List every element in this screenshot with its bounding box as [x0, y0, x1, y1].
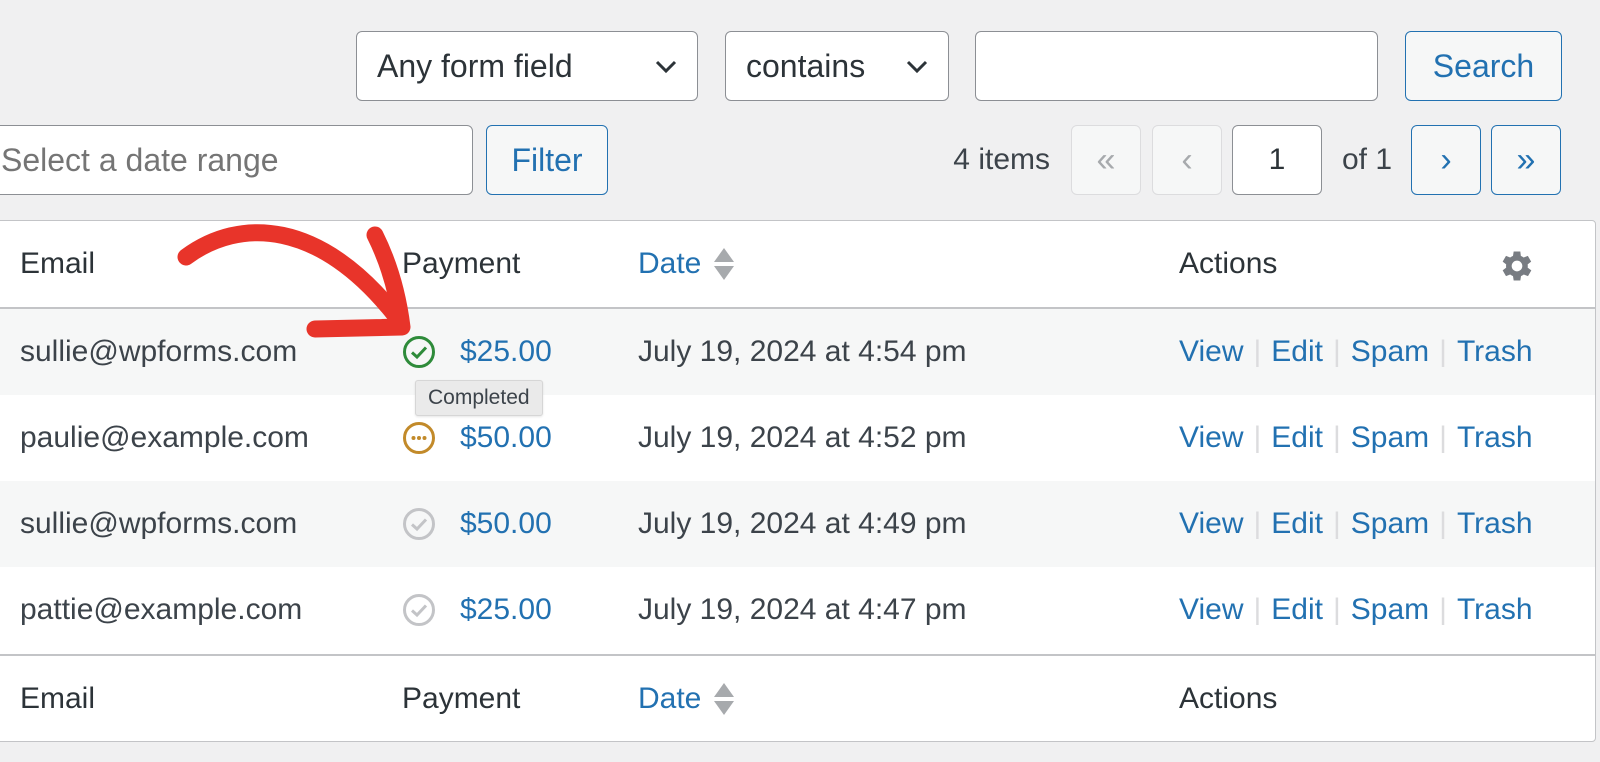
column-header-date-label: Date: [638, 247, 702, 280]
payment-pending-icon[interactable]: [402, 421, 436, 455]
edit-link[interactable]: Edit: [1271, 335, 1323, 369]
trash-link[interactable]: Trash: [1457, 335, 1533, 369]
search-input[interactable]: [975, 31, 1378, 101]
separator: |: [1253, 421, 1262, 454]
view-link[interactable]: View: [1179, 593, 1243, 627]
row-email: pattie@example.com: [20, 593, 303, 626]
last-page-button[interactable]: »: [1491, 125, 1561, 195]
spam-link[interactable]: Spam: [1351, 421, 1429, 455]
previous-page-button[interactable]: ‹: [1152, 125, 1222, 195]
payment-amount-link[interactable]: $25.00: [460, 335, 552, 369]
payment-status-icon[interactable]: [402, 593, 436, 627]
row-date: July 19, 2024 at 4:52 pm: [638, 421, 967, 454]
payment-amount-link[interactable]: $25.00: [460, 593, 552, 627]
trash-link[interactable]: Trash: [1457, 421, 1533, 455]
table-row: paulie@example.com $50.00 July 19, 2024 …: [0, 395, 1595, 481]
row-actions: View | Edit | Spam | Trash: [1179, 567, 1533, 653]
column-header-date[interactable]: Date: [638, 221, 735, 307]
search-button[interactable]: Search: [1405, 31, 1562, 101]
table-row: sullie@wpforms.com $25.00 July 19, 2024 …: [0, 309, 1595, 395]
row-date: July 19, 2024 at 4:47 pm: [638, 593, 967, 626]
view-link[interactable]: View: [1179, 507, 1243, 541]
sort-icon: [714, 248, 735, 280]
operator-select-value: contains: [746, 47, 866, 84]
operator-select[interactable]: contains: [725, 31, 949, 101]
payment-amount-link[interactable]: $50.00: [460, 507, 552, 541]
row-actions: View | Edit | Spam | Trash: [1179, 395, 1533, 481]
payment-status-tooltip: Completed: [415, 380, 543, 416]
payment-cell: $25.00: [402, 567, 552, 653]
current-page-input[interactable]: [1232, 125, 1322, 195]
separator: |: [1332, 593, 1341, 626]
first-page-button[interactable]: «: [1071, 125, 1141, 195]
column-header-payment: Payment: [402, 247, 521, 280]
table-row: sullie@wpforms.com $50.00 July 19, 2024 …: [0, 481, 1595, 567]
form-field-select-value: Any form field: [377, 47, 573, 84]
column-footer-email: Email: [20, 682, 96, 715]
separator: |: [1439, 335, 1447, 368]
next-page-button[interactable]: ›: [1411, 125, 1481, 195]
spam-link[interactable]: Spam: [1351, 507, 1429, 541]
payment-amount-link[interactable]: $50.00: [460, 421, 552, 455]
row-email: sullie@wpforms.com: [20, 507, 298, 540]
row-date: July 19, 2024 at 4:54 pm: [638, 335, 967, 368]
spam-link[interactable]: Spam: [1351, 593, 1429, 627]
edit-link[interactable]: Edit: [1271, 507, 1323, 541]
filter-button[interactable]: Filter: [486, 125, 608, 195]
sort-icon: [714, 683, 735, 715]
trash-link[interactable]: Trash: [1457, 593, 1533, 627]
chevron-down-icon: [906, 60, 928, 74]
date-range-input[interactable]: [0, 125, 473, 195]
chevron-down-icon: [655, 60, 677, 74]
separator: |: [1253, 593, 1262, 626]
spam-link[interactable]: Spam: [1351, 335, 1429, 369]
trash-link[interactable]: Trash: [1457, 507, 1533, 541]
row-actions: View | Edit | Spam | Trash: [1179, 481, 1533, 567]
edit-link[interactable]: Edit: [1271, 421, 1323, 455]
row-date: July 19, 2024 at 4:49 pm: [638, 507, 967, 540]
form-field-select[interactable]: Any form field: [356, 31, 698, 101]
entries-table: Email Payment Date Actions sullie@wpform…: [0, 220, 1596, 742]
separator: |: [1332, 421, 1341, 454]
separator: |: [1253, 335, 1262, 368]
column-header-email: Email: [20, 247, 96, 280]
row-actions: View | Edit | Spam | Trash: [1179, 309, 1533, 395]
items-count: 4 items: [953, 143, 1050, 176]
separator: |: [1439, 421, 1447, 454]
separator: |: [1439, 507, 1447, 540]
table-row: pattie@example.com $25.00 July 19, 2024 …: [0, 567, 1595, 653]
row-email: paulie@example.com: [20, 421, 309, 454]
column-footer-actions: Actions: [1179, 682, 1278, 715]
column-footer-date-label: Date: [638, 682, 702, 715]
separator: |: [1332, 335, 1341, 368]
view-link[interactable]: View: [1179, 421, 1243, 455]
total-pages: of 1: [1341, 143, 1393, 176]
separator: |: [1253, 507, 1262, 540]
column-footer-payment: Payment: [402, 682, 521, 715]
row-email: sullie@wpforms.com: [20, 335, 298, 368]
payment-cell: $50.00: [402, 481, 552, 567]
table-header: Email Payment Date Actions: [0, 221, 1595, 307]
column-header-actions: Actions: [1179, 247, 1278, 280]
table-footer: Email Payment Date Actions: [0, 656, 1595, 742]
payment-completed-icon[interactable]: [402, 335, 436, 369]
column-footer-date[interactable]: Date: [638, 656, 735, 742]
payment-status-icon[interactable]: [402, 507, 436, 541]
separator: |: [1332, 507, 1341, 540]
view-link[interactable]: View: [1179, 335, 1243, 369]
edit-link[interactable]: Edit: [1271, 593, 1323, 627]
gear-icon[interactable]: [1497, 246, 1537, 286]
separator: |: [1439, 593, 1447, 626]
